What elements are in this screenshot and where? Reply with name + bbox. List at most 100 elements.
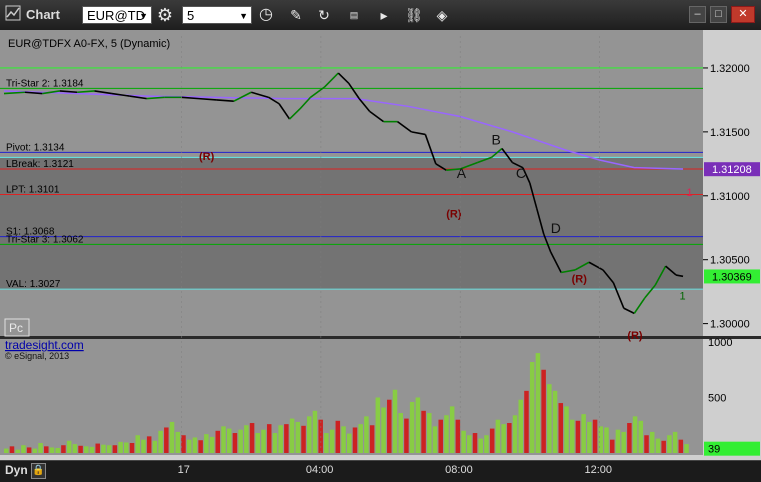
volume-bar [32, 448, 38, 453]
gsi-icon[interactable]: ▤ [344, 5, 364, 25]
reversal-marker: (R) [627, 330, 643, 342]
volume-bar [592, 419, 598, 453]
level-label: Tri-Star 2: 1.3184 [6, 78, 84, 89]
link-icon[interactable]: ⛓ [404, 5, 424, 25]
volume-bar [415, 397, 421, 453]
lock-icon[interactable]: 🔒 [31, 463, 46, 479]
minimize-icon[interactable]: – [689, 6, 706, 23]
title-bar: Chart EUR@TD ▼ ⚙ 5 ▼ ◷ ✎ ↻ ▤ ▸ ⛓ ◈ – □ ✕ [0, 0, 761, 31]
diamond-tools-icon[interactable]: ◈ [432, 5, 452, 25]
value-area-band [0, 157, 703, 290]
chevron-down-icon[interactable]: ▼ [239, 7, 248, 25]
volume-bar [524, 390, 529, 453]
volume-bar [529, 361, 535, 453]
volume-bar [518, 399, 524, 453]
current-volume-label: 39 [708, 444, 720, 456]
level-label: Tri-Star 3: 1.3062 [6, 234, 84, 245]
volume-bar [392, 389, 398, 453]
volume-bar [341, 426, 346, 453]
volume-bar [324, 433, 329, 453]
interval-input[interactable]: 5 ▼ [182, 6, 252, 24]
volume-bar [672, 431, 678, 453]
last-price-label: 1.30369 [712, 271, 752, 283]
volume-bar [369, 425, 375, 453]
volume-bar [552, 390, 558, 453]
volume-bar [472, 433, 478, 453]
volume-bar [461, 430, 466, 453]
price-tick-label: 1.30500 [710, 255, 750, 267]
volume-bar [146, 436, 152, 453]
copyright-text: © eSignal, 2013 [5, 351, 69, 361]
volume-bar [301, 425, 306, 453]
chevron-down-icon[interactable]: ▼ [139, 7, 148, 25]
volume-bar [644, 435, 649, 453]
volume-bar [352, 427, 358, 453]
volume-bar [89, 446, 95, 453]
level-label: LBreak: 1.3121 [6, 159, 74, 170]
volume-bar [135, 435, 140, 453]
volume-bar [421, 410, 426, 453]
volume-bar [455, 419, 461, 453]
volume-bar [512, 415, 518, 453]
volume-bar [272, 433, 278, 453]
wave-label: C [516, 165, 526, 181]
volume-bar [507, 423, 512, 453]
time-tick-label: 12:00 [584, 464, 612, 476]
price-chart[interactable]: Tri-Star 2: 1.3184 Pivot: 1.3134 LBreak: 1… [0, 30, 761, 460]
brand-link[interactable]: tradesight.com [5, 338, 84, 352]
volume-bar [438, 419, 443, 453]
play-icon[interactable]: ▸ [374, 5, 394, 25]
volume-bar [667, 435, 672, 453]
volume-bar [404, 418, 409, 453]
volume-bar [158, 430, 163, 453]
volume-bar [112, 445, 118, 453]
count-marker: 1 [680, 290, 686, 302]
volume-bar [95, 443, 100, 453]
volume-bar [495, 419, 501, 453]
volume-bar [106, 445, 112, 453]
volume-bar [266, 424, 272, 453]
volume-bar [558, 403, 564, 453]
volume-bar [84, 446, 89, 453]
volume-bar [627, 423, 632, 453]
volume-bar [678, 439, 684, 453]
volume-bar [181, 435, 186, 453]
volume-bar [169, 421, 175, 453]
restore-icon[interactable]: □ [710, 6, 727, 23]
volume-bar [547, 384, 552, 453]
volume-tick-label: 500 [708, 393, 726, 405]
symbol-input[interactable]: EUR@TD ▼ [82, 6, 152, 24]
volume-bar [295, 421, 301, 453]
price-tick-label: 1.32000 [710, 63, 750, 75]
volume-bar [61, 445, 66, 453]
settings-gear-icon[interactable]: ⚙ [155, 5, 175, 25]
count-marker: 1 [687, 187, 693, 199]
volume-bar [335, 420, 341, 453]
volume-bar [609, 439, 615, 453]
time-tick-label: 08:00 [445, 464, 473, 476]
volume-bar [358, 424, 363, 453]
clock-icon[interactable]: ◷ [256, 5, 276, 25]
level-label: LPT: 1.3101 [6, 185, 60, 196]
price-axis-background [703, 30, 761, 336]
time-tick-label: 17 [177, 464, 190, 476]
volume-bar [186, 439, 192, 453]
volume-bar [232, 433, 238, 453]
refresh-icon[interactable]: ↻ [314, 5, 334, 25]
close-icon[interactable]: ✕ [731, 6, 755, 23]
dynamic-label[interactable]: Dyn [5, 463, 28, 477]
symbol-value: EUR@TD [87, 8, 145, 23]
volume-bar [49, 447, 55, 453]
volume-bar [306, 416, 312, 453]
volume-bar [284, 424, 289, 453]
volume-tick-label: 1000 [708, 337, 732, 349]
volume-bar [38, 443, 43, 453]
pencil-draw-icon[interactable]: ✎ [286, 5, 306, 25]
volume-bar [501, 424, 506, 453]
volume-bar [26, 447, 32, 453]
volume-bar [244, 425, 249, 453]
volume-bar [78, 445, 83, 453]
volume-bar [118, 441, 123, 453]
volume-bar [21, 445, 26, 453]
level-label: VAL: 1.3027 [6, 279, 61, 290]
